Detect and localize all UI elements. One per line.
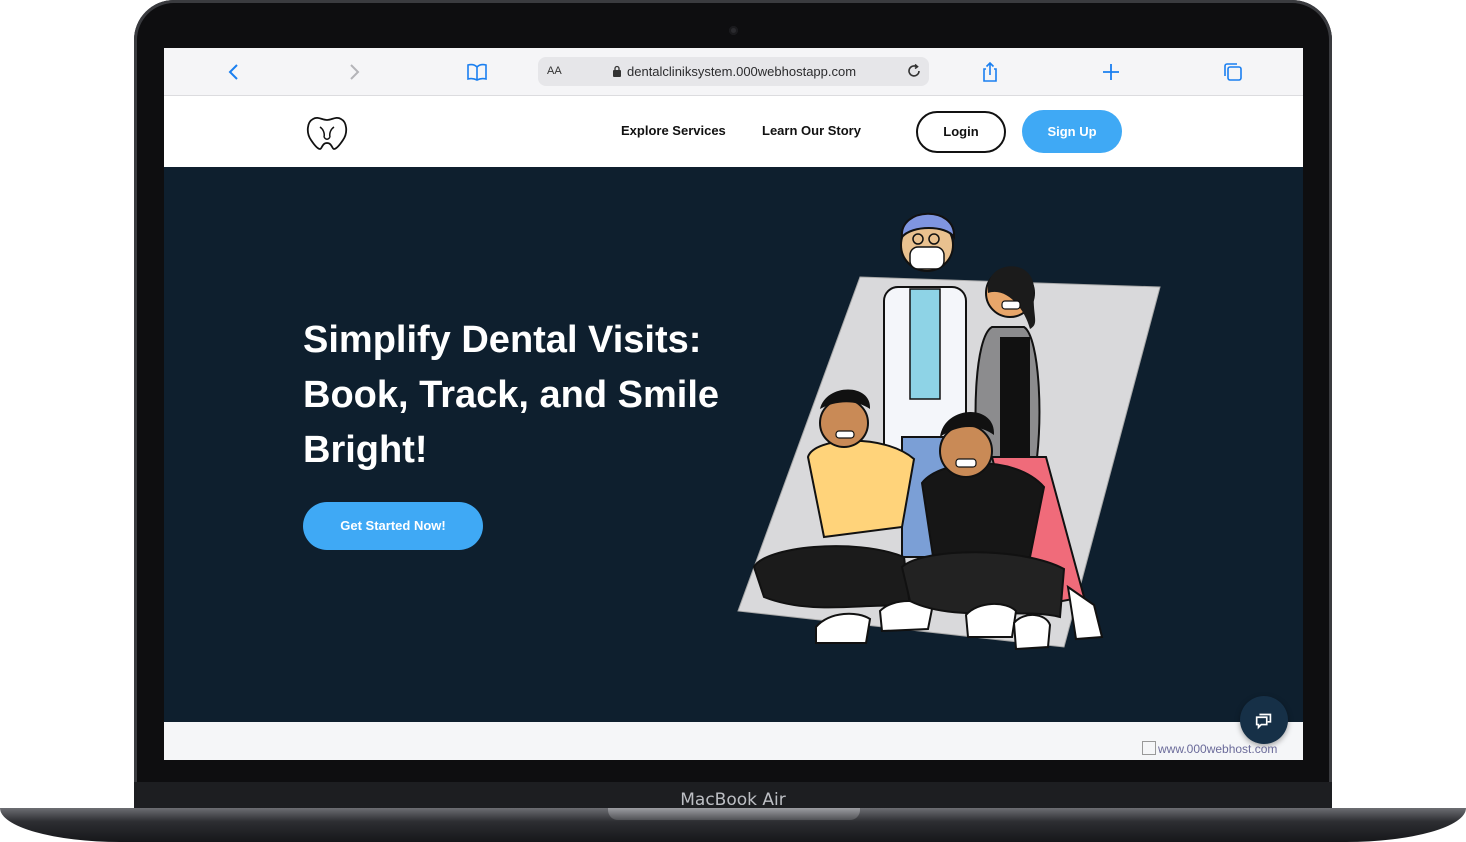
hero-section: Simplify Dental Visits: Book, Track, and…	[164, 167, 1303, 722]
chat-button[interactable]	[1240, 696, 1288, 744]
text-size-button[interactable]: AA	[547, 65, 562, 77]
address-bar[interactable]: AA dentalcliniksystem.000webhostapp.com	[538, 57, 929, 86]
laptop-notch	[608, 808, 860, 820]
next-section-strip	[164, 722, 1303, 760]
dental-team-illustration	[737, 212, 1161, 651]
chat-icon	[1255, 713, 1272, 730]
browser-toolbar: AA dentalcliniksystem.000webhostapp.com	[164, 48, 1303, 96]
lock-icon	[613, 65, 621, 77]
webcam	[729, 26, 738, 35]
device-label: MacBook Air	[680, 790, 786, 810]
url-text: dentalcliniksystem.000webhostapp.com	[627, 64, 857, 79]
hero-headline: Simplify Dental Visits: Book, Track, and…	[303, 319, 720, 471]
hosting-badge-link[interactable]: www.000webhost.com	[1142, 741, 1277, 756]
site-header: Explore Services Learn Our Story Login S…	[164, 96, 1303, 166]
hosting-badge-text: www.000webhost.com	[1158, 742, 1278, 756]
chevron-right-icon[interactable]	[342, 60, 366, 84]
nav-explore-services[interactable]: Explore Services	[621, 123, 726, 138]
nav-learn-our-story[interactable]: Learn Our Story	[762, 123, 861, 138]
share-icon[interactable]	[978, 60, 1002, 84]
broken-image-icon	[1142, 741, 1156, 755]
tabs-icon[interactable]	[1221, 60, 1245, 84]
login-button[interactable]: Login	[916, 111, 1006, 153]
signup-button[interactable]: Sign Up	[1022, 110, 1122, 153]
reload-icon[interactable]	[905, 62, 923, 80]
tooth-logo-icon[interactable]	[304, 113, 350, 151]
plus-icon[interactable]	[1099, 60, 1123, 84]
book-icon[interactable]	[465, 60, 489, 84]
chevron-left-icon[interactable]	[222, 60, 246, 84]
get-started-button[interactable]: Get Started Now!	[303, 502, 483, 550]
browser-window: AA dentalcliniksystem.000webhostapp.com	[164, 48, 1303, 760]
